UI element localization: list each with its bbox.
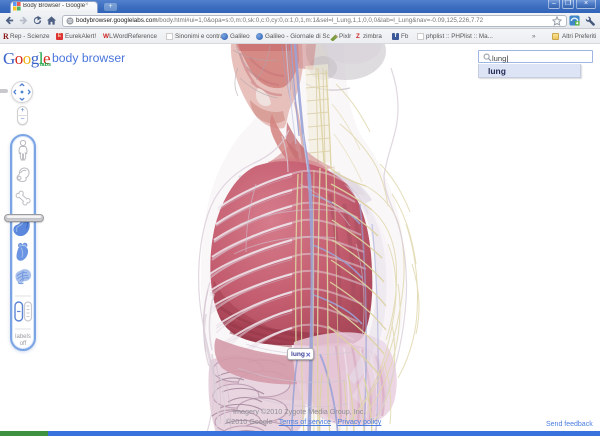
svg-text:labels: labels — [15, 334, 31, 340]
svg-text:off: off — [20, 341, 27, 347]
